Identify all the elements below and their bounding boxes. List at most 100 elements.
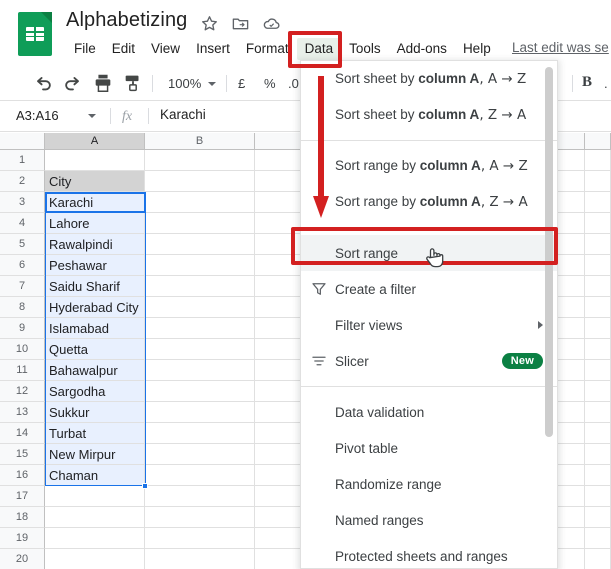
cell-A15[interactable]: New Mirpur: [45, 444, 145, 465]
cell-B17[interactable]: [145, 486, 255, 507]
menu-protected-sheets-and-ranges[interactable]: Protected sheets and ranges: [301, 538, 557, 568]
cell-B2[interactable]: [145, 171, 255, 192]
row-header-5[interactable]: 5: [0, 234, 45, 255]
cell-A5[interactable]: Rawalpindi: [45, 234, 145, 255]
cell-A6[interactable]: Peshawar: [45, 255, 145, 276]
zoom-chevron-down-icon[interactable]: [208, 82, 216, 86]
cell-B15[interactable]: [145, 444, 255, 465]
cell-A16[interactable]: Chaman: [45, 465, 145, 486]
cell-B12[interactable]: [145, 381, 255, 402]
cell-F3[interactable]: [585, 192, 611, 213]
cell-F15[interactable]: [585, 444, 611, 465]
cloud-saved-icon[interactable]: [262, 14, 281, 33]
menu-pivot-table[interactable]: Pivot table: [301, 430, 557, 466]
cell-F17[interactable]: [585, 486, 611, 507]
row-header-17[interactable]: 17: [0, 486, 45, 507]
cell-F9[interactable]: [585, 318, 611, 339]
undo-icon[interactable]: [32, 72, 54, 94]
row-header-18[interactable]: 18: [0, 507, 45, 528]
menu-view[interactable]: View: [143, 38, 188, 60]
row-header-3[interactable]: 3: [0, 192, 45, 213]
cell-A3[interactable]: Karachi: [45, 192, 145, 213]
cell-A1[interactable]: [45, 150, 145, 171]
menu-filter-views[interactable]: Filter views: [301, 307, 557, 343]
menu-sort-range-az[interactable]: Sort range by column A, A → Z: [301, 148, 557, 184]
menu-randomize-range[interactable]: Randomize range: [301, 466, 557, 502]
paint-format-icon[interactable]: [122, 72, 144, 94]
cell-F12[interactable]: [585, 381, 611, 402]
menu-named-ranges[interactable]: Named ranges: [301, 502, 557, 538]
menu-sort-sheet-za[interactable]: Sort sheet by column A, Z → A: [301, 97, 557, 133]
row-header-16[interactable]: 16: [0, 465, 45, 486]
row-header-11[interactable]: 11: [0, 360, 45, 381]
cell-F6[interactable]: [585, 255, 611, 276]
cell-F4[interactable]: [585, 213, 611, 234]
cell-B4[interactable]: [145, 213, 255, 234]
row-header-6[interactable]: 6: [0, 255, 45, 276]
move-to-folder-icon[interactable]: [231, 14, 250, 33]
cell-B7[interactable]: [145, 276, 255, 297]
cell-A8[interactable]: Hyderabad City: [45, 297, 145, 318]
column-header-b[interactable]: B: [145, 133, 255, 150]
cell-F8[interactable]: [585, 297, 611, 318]
data-dropdown-menu[interactable]: Sort sheet by column A, A → Z Sort sheet …: [300, 60, 558, 569]
cell-F19[interactable]: [585, 528, 611, 549]
cell-B1[interactable]: [145, 150, 255, 171]
cell-B3[interactable]: [145, 192, 255, 213]
cell-A14[interactable]: Turbat: [45, 423, 145, 444]
cell-F18[interactable]: [585, 507, 611, 528]
menu-sort-sheet-az[interactable]: Sort sheet by column A, A → Z: [301, 61, 557, 97]
row-header-12[interactable]: 12: [0, 381, 45, 402]
cell-A20[interactable]: [45, 549, 145, 569]
currency-format-button[interactable]: £: [238, 76, 245, 91]
cell-B9[interactable]: [145, 318, 255, 339]
last-edit-status[interactable]: Last edit was se: [512, 40, 611, 55]
menu-scrollbar[interactable]: [545, 67, 553, 437]
menu-tools[interactable]: Tools: [341, 38, 389, 60]
column-header-f[interactable]: [585, 133, 611, 150]
row-header-15[interactable]: 15: [0, 444, 45, 465]
cell-A12[interactable]: Sargodha: [45, 381, 145, 402]
row-header-20[interactable]: 20: [0, 549, 45, 569]
row-header-19[interactable]: 19: [0, 528, 45, 549]
menu-insert[interactable]: Insert: [188, 38, 238, 60]
menu-sort-range-za[interactable]: Sort range by column A, Z → A: [301, 184, 557, 220]
row-header-9[interactable]: 9: [0, 318, 45, 339]
row-header-8[interactable]: 8: [0, 297, 45, 318]
cell-A10[interactable]: Quetta: [45, 339, 145, 360]
cell-F5[interactable]: [585, 234, 611, 255]
row-header-14[interactable]: 14: [0, 423, 45, 444]
formula-input[interactable]: Karachi: [160, 107, 206, 122]
cell-F1[interactable]: [585, 150, 611, 171]
cell-B8[interactable]: [145, 297, 255, 318]
cell-B14[interactable]: [145, 423, 255, 444]
document-title[interactable]: Alphabetizing: [66, 9, 187, 32]
cell-B18[interactable]: [145, 507, 255, 528]
cell-A7[interactable]: Saidu Sharif: [45, 276, 145, 297]
cell-F11[interactable]: [585, 360, 611, 381]
menu-data-validation[interactable]: Data validation: [301, 394, 557, 430]
row-header-4[interactable]: 4: [0, 213, 45, 234]
menu-edit[interactable]: Edit: [104, 38, 143, 60]
cell-A2[interactable]: City: [45, 171, 145, 192]
fill-handle[interactable]: [142, 483, 148, 489]
cell-A9[interactable]: Islamabad: [45, 318, 145, 339]
bold-button[interactable]: B: [582, 74, 592, 91]
percent-format-button[interactable]: %: [264, 76, 276, 91]
cell-A19[interactable]: [45, 528, 145, 549]
print-icon[interactable]: [92, 72, 114, 94]
cell-F7[interactable]: [585, 276, 611, 297]
star-icon[interactable]: [200, 14, 219, 33]
cell-F2[interactable]: [585, 171, 611, 192]
column-header-a[interactable]: A: [45, 133, 145, 150]
cell-B13[interactable]: [145, 402, 255, 423]
decimal-decrease-button[interactable]: .0: [288, 76, 299, 91]
menu-sort-range[interactable]: Sort range: [301, 235, 557, 271]
cell-F14[interactable]: [585, 423, 611, 444]
row-header-13[interactable]: 13: [0, 402, 45, 423]
cell-F13[interactable]: [585, 402, 611, 423]
menu-data[interactable]: Data: [296, 38, 342, 60]
cell-B19[interactable]: [145, 528, 255, 549]
menu-format[interactable]: Format: [238, 38, 297, 60]
menu-file[interactable]: File: [66, 38, 104, 60]
